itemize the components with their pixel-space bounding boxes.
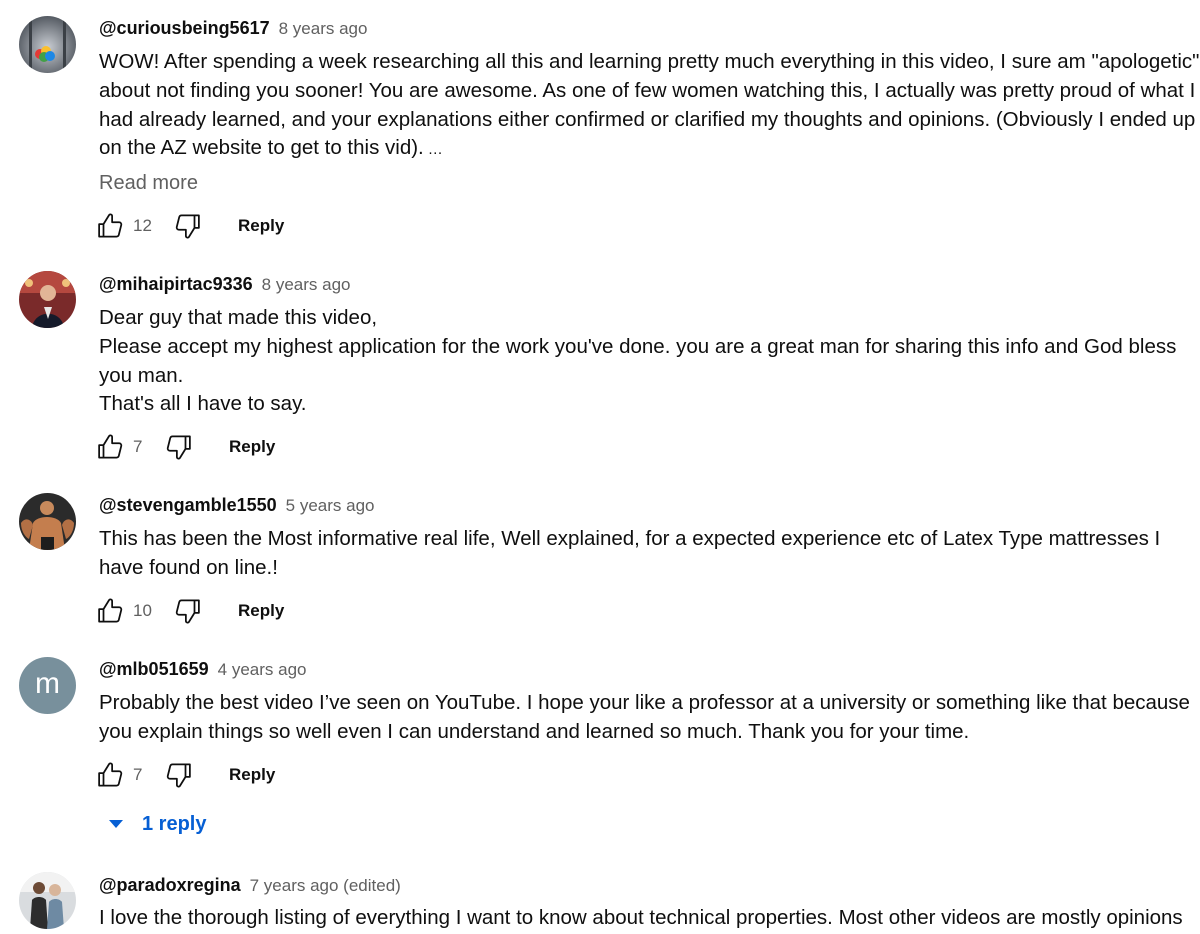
thumb-down-icon[interactable]: [163, 760, 193, 790]
reply-button[interactable]: Reply: [229, 764, 275, 786]
thumb-up-icon[interactable]: [96, 211, 126, 241]
reply-button[interactable]: Reply: [229, 436, 275, 458]
thumb-up-icon[interactable]: [96, 432, 126, 462]
comment-text-line: about not finding you sooner! You are aw…: [99, 78, 1196, 102]
author-handle[interactable]: @stevengamble1550: [99, 495, 277, 515]
comment-text: WOW! After spending a week researching a…: [99, 48, 1200, 165]
like-count: 12: [133, 216, 152, 235]
comment-text-line: you explain things so well even I can un…: [99, 719, 970, 743]
read-more-button[interactable]: Read more: [99, 171, 198, 195]
author-handle[interactable]: @mihaipirtac9336: [99, 274, 253, 294]
comment-time[interactable]: 4 years ago: [218, 660, 307, 679]
comment-text-line: WOW! After spending a week researching a…: [99, 50, 1200, 73]
replies-count-label: 1 reply: [142, 813, 207, 835]
comment-text-line: Please accept my highest application for…: [99, 334, 1177, 358]
comment-text-line: Dear guy that made this video,: [99, 306, 378, 329]
comment-header: @paradoxregina 7 years ago (edited): [99, 873, 401, 898]
avatar-image: [19, 16, 76, 73]
comment-text-line: on the AZ website to get to this vid).…: [99, 134, 1184, 165]
comment-text-line: you man.: [99, 363, 184, 387]
avatar[interactable]: [19, 872, 76, 929]
thumb-up-icon[interactable]: [96, 596, 126, 626]
avatar[interactable]: [19, 493, 76, 550]
comment-text: Probably the best video I’ve seen on You…: [99, 689, 1190, 747]
thumb-down-icon[interactable]: [172, 596, 202, 626]
author-handle[interactable]: @mlb051659: [99, 659, 209, 679]
comment-text: Dear guy that made this video, Please ac…: [99, 304, 1184, 419]
like-count: 10: [133, 601, 152, 620]
reply-button[interactable]: Reply: [238, 600, 284, 622]
like-count: 7: [133, 437, 143, 456]
thumb-down-icon[interactable]: [163, 432, 193, 462]
avatar-image: [19, 271, 76, 328]
comment-text-fragment: on the AZ website to get to this vid).: [99, 136, 424, 160]
comment-text-line: have found on line.!: [99, 555, 278, 579]
comment-text-line: This has been the Most informative real …: [99, 527, 1161, 550]
thumb-down-icon[interactable]: [172, 211, 202, 241]
comment-time[interactable]: 8 years ago: [279, 19, 368, 38]
comment-header: @stevengamble1550 5 years ago: [99, 493, 375, 518]
comment-text: I love the thorough listing of everythin…: [99, 904, 1184, 933]
truncation-ellipsis: …: [427, 141, 443, 159]
like-count: 7: [133, 765, 143, 784]
avatar[interactable]: m: [19, 657, 76, 714]
comment-text-line: That's all I have to say.: [99, 392, 307, 416]
comment-header: @mlb051659 4 years ago: [99, 657, 306, 682]
reply-button[interactable]: Reply: [238, 215, 284, 237]
author-handle[interactable]: @paradoxregina: [99, 875, 241, 895]
comment-header: @curiousbeing5617 8 years ago: [99, 16, 367, 41]
avatar[interactable]: [19, 271, 76, 328]
comment-time[interactable]: 8 years ago: [262, 275, 351, 294]
comment-header: @mihaipirtac9336 8 years ago: [99, 272, 350, 297]
comment-time[interactable]: 5 years ago: [286, 496, 375, 515]
comment-text-line: I love the thorough listing of everythin…: [99, 906, 1183, 929]
avatar-letter: m: [35, 667, 60, 700]
comment-text: This has been the Most informative real …: [99, 525, 1184, 583]
caret-down-icon: [109, 820, 123, 828]
comment-text-line: Probably the best video I’ve seen on You…: [99, 691, 1190, 714]
avatar-image: [19, 872, 76, 929]
comment-time[interactable]: 7 years ago (edited): [250, 876, 401, 895]
avatar[interactable]: [19, 16, 76, 73]
thumb-up-icon[interactable]: [96, 760, 126, 790]
author-handle[interactable]: @curiousbeing5617: [99, 18, 270, 38]
avatar-image: [19, 493, 76, 550]
comment-text-line: had already learned, and your explanatio…: [99, 107, 1196, 131]
